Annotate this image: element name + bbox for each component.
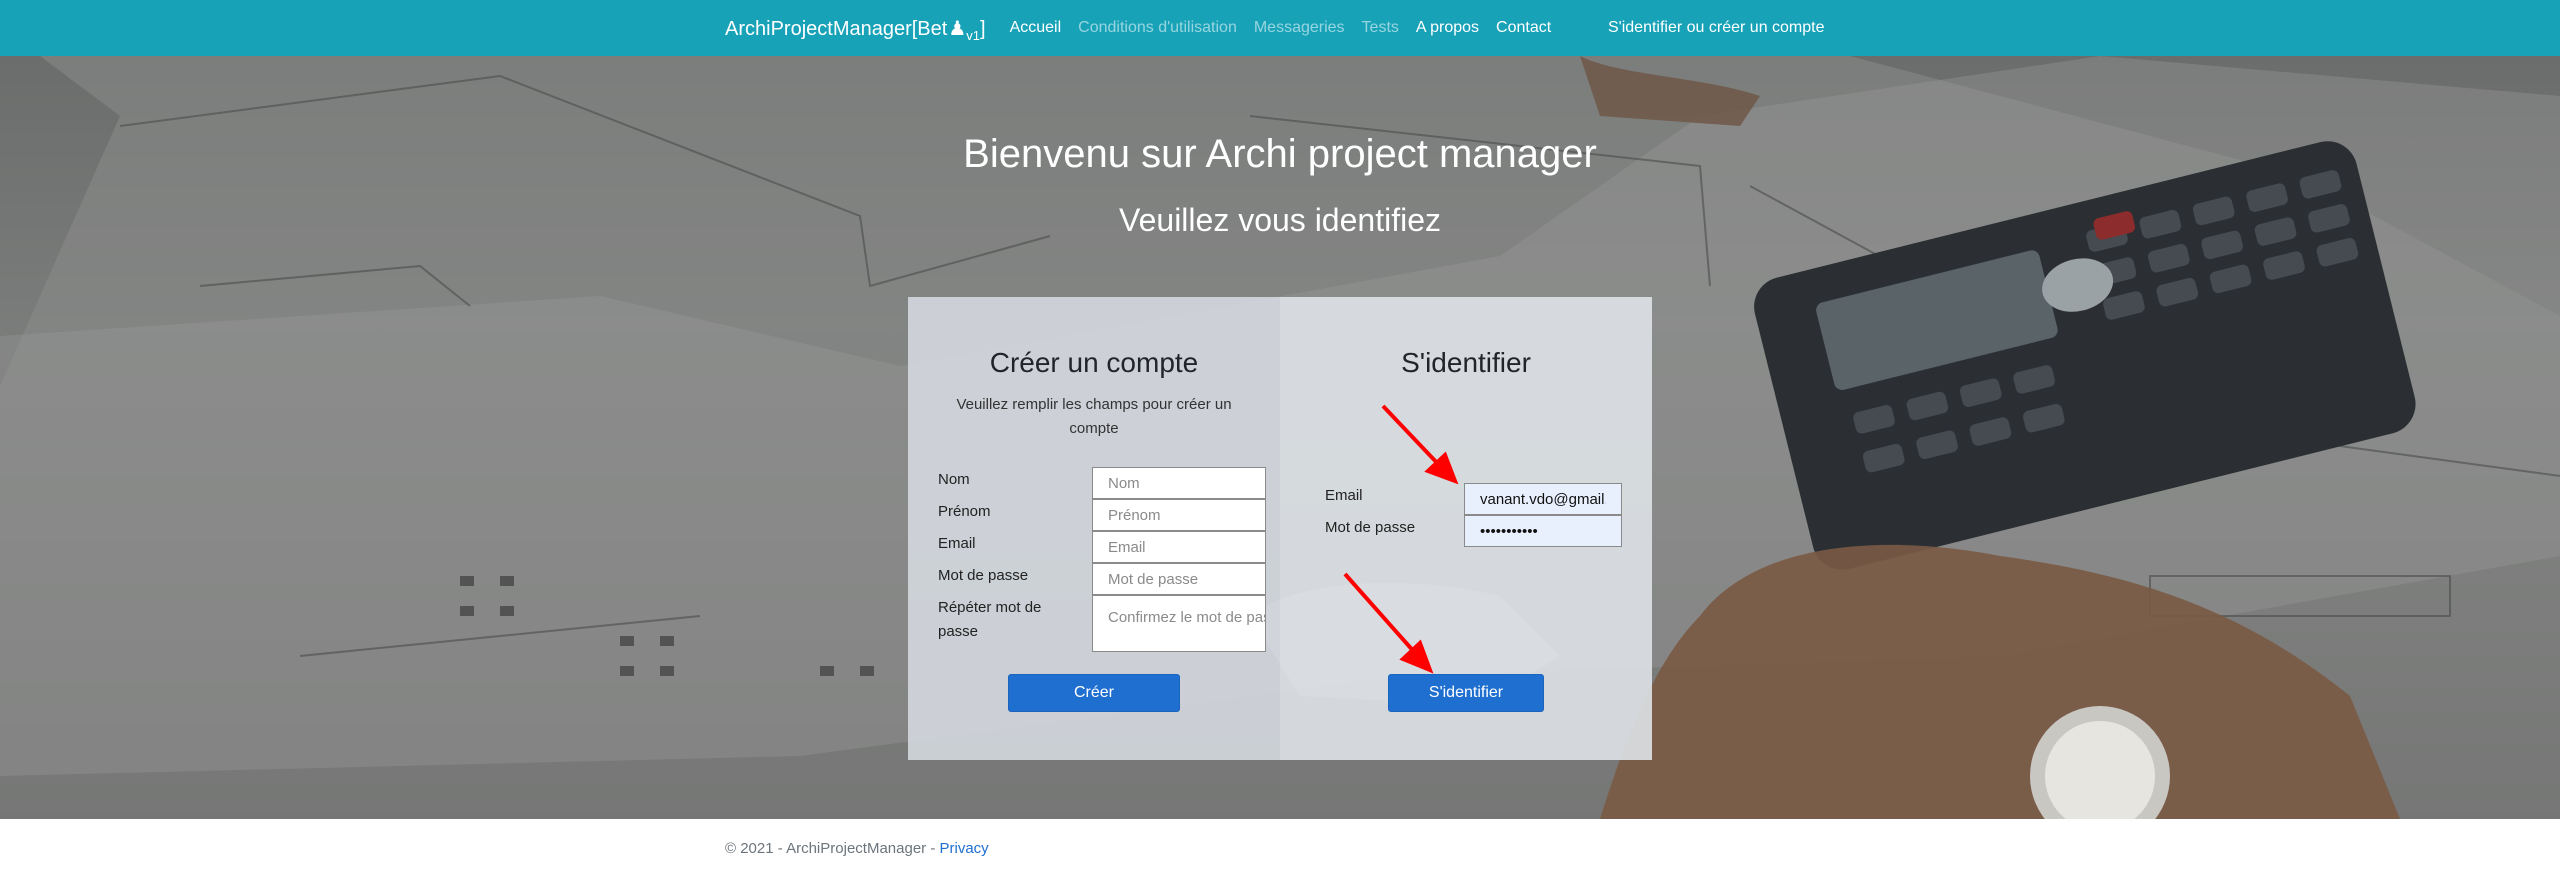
nav-link-conditions[interactable]: Conditions d'utilisation xyxy=(1078,19,1237,37)
create-account-panel: Créer un compte Veuillez remplir les cha… xyxy=(908,297,1280,760)
nom-label: Nom xyxy=(938,471,970,488)
login-password-field[interactable] xyxy=(1464,515,1622,547)
nav-inner: ArchiProjectManager[Bet ♟ v1] Accueil Cond… xyxy=(725,0,1568,56)
create-account-button[interactable]: Créer xyxy=(1008,674,1180,712)
email-label: Email xyxy=(938,535,976,552)
repeat-password-label: Répéter mot de passe xyxy=(938,599,1042,640)
brand-version: v1 xyxy=(966,27,980,43)
nav-link-messageries[interactable]: Messageries xyxy=(1254,19,1345,37)
chess-pawn-icon: ♟ xyxy=(948,15,967,40)
create-account-description: Veuillez remplir les champs pour créer u… xyxy=(956,396,1232,437)
footer-copyright: © 2021 - ArchiProjectManager - xyxy=(725,840,940,857)
login-button[interactable]: S'identifier xyxy=(1388,674,1544,712)
email-field[interactable] xyxy=(1092,531,1266,563)
login-email-label: Email xyxy=(1325,487,1363,504)
hero-title: Bienvenu sur Archi project manager xyxy=(963,132,1597,176)
hero-section: Bienvenu sur Archi project manager Veuil… xyxy=(0,56,2560,819)
prenom-field[interactable] xyxy=(1092,499,1266,531)
nav-link-tests[interactable]: Tests xyxy=(1362,19,1399,37)
brand-logo[interactable]: ArchiProjectManager[Bet ♟ v1] xyxy=(725,15,986,43)
login-password-label: Mot de passe xyxy=(1325,519,1416,536)
password-label: Mot de passe xyxy=(938,567,1029,584)
password-field[interactable] xyxy=(1092,563,1266,595)
nom-field[interactable] xyxy=(1092,467,1266,499)
login-register-link[interactable]: S'identifier ou créer un compte xyxy=(1608,0,1825,56)
top-navbar: ArchiProjectManager[Bet ♟ v1] Accueil Cond… xyxy=(0,0,2560,56)
login-panel: S'identifier Email Mot de passe S'identi… xyxy=(1280,297,1652,760)
footer: © 2021 - ArchiProjectManager - Privacy xyxy=(725,840,989,857)
nav-link-a-propos[interactable]: A propos xyxy=(1416,19,1479,37)
privacy-link[interactable]: Privacy xyxy=(939,840,988,857)
login-title: S'identifier xyxy=(1401,347,1531,378)
login-email-field[interactable] xyxy=(1464,483,1622,515)
nav-link-accueil[interactable]: Accueil xyxy=(1010,19,1062,37)
brand-name: ArchiProjectManager[Bet xyxy=(725,17,948,40)
hero-subtitle: Veuillez vous identifiez xyxy=(1119,202,1441,238)
create-account-title: Créer un compte xyxy=(989,347,1199,378)
brand-bracket: ] xyxy=(980,17,986,40)
nav-link-contact[interactable]: Contact xyxy=(1496,19,1551,37)
confirm-password-field[interactable] xyxy=(1092,595,1266,652)
prenom-label: Prénom xyxy=(938,503,991,520)
